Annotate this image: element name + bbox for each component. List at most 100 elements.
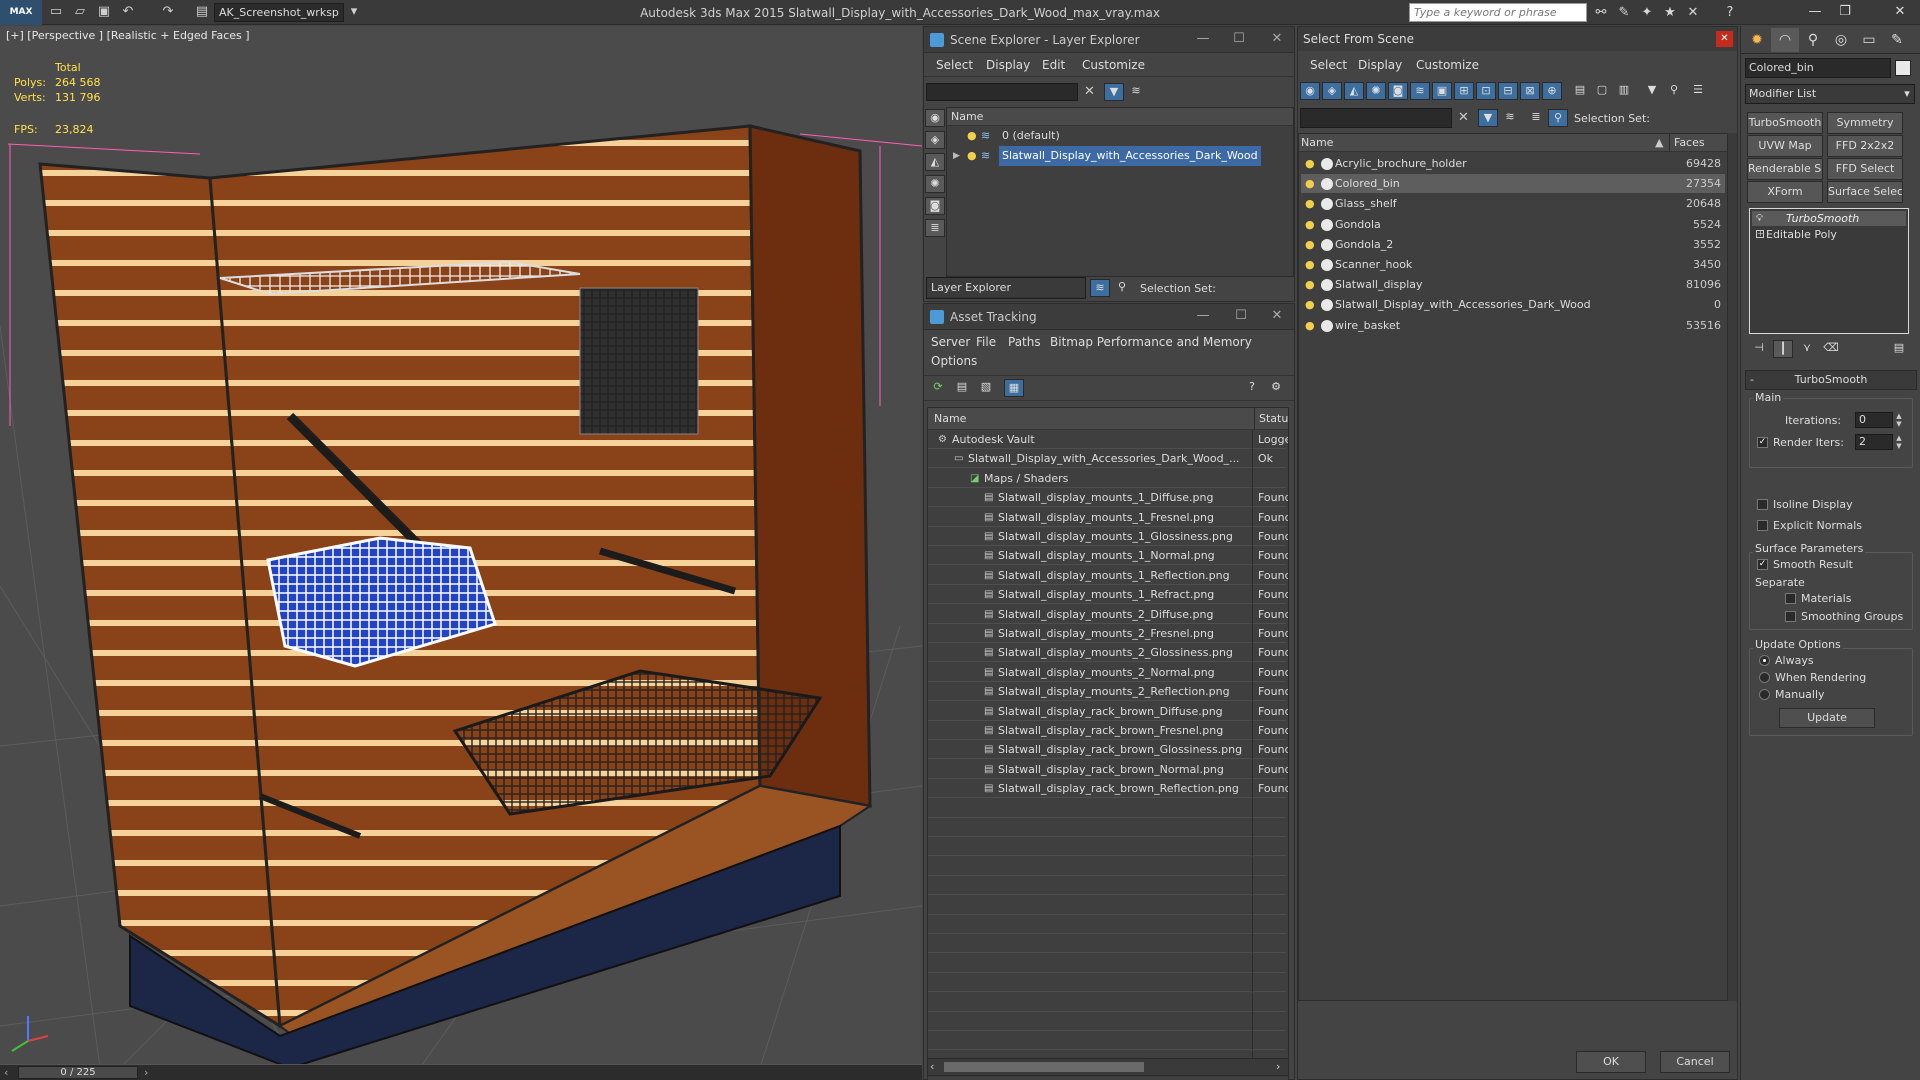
layer-stack-icon[interactable]: ≋ [1126,83,1146,101]
pin-stack-icon[interactable]: ⊣ [1749,340,1769,358]
asset-row[interactable]: ▤ Slatwall_display_mounts_2_Reflection.pn… [928,682,1288,702]
asset-row[interactable]: ▤ Slatwall_display_rack_brown_Reflection.… [928,779,1288,799]
sfs-menu-display[interactable]: Display [1358,55,1402,75]
asset-col-status[interactable]: Status [1254,408,1288,430]
update-when-rendering-radio[interactable] [1759,672,1770,683]
scroll-left-icon[interactable]: ‹ [930,1059,942,1075]
thumbnail-view-icon[interactable]: ▧ [976,379,996,397]
asset-tracking-minimize-button[interactable]: — [1188,304,1218,328]
sfs-filter-icon[interactable]: ▼ [1642,82,1662,100]
mod-button-uvw-map[interactable]: UVW Map [1747,135,1823,157]
asset-row[interactable]: ▤ Slatwall_display_rack_brown_Normal.png F… [928,759,1288,779]
explicit-normals-checkbox[interactable] [1757,520,1768,531]
visibility-bulb-icon[interactable]: ● [967,126,977,146]
object-visibility-bulb-icon[interactable]: ● [1305,174,1315,194]
sfs-titlebar[interactable]: Select From Scene [1298,27,1737,51]
stack-bulb-icon[interactable]: 💡︎ [1756,211,1763,226]
at-menu-options[interactable]: Options [931,351,977,371]
filter-groups-icon[interactable]: ▣ [1432,82,1452,100]
iterations-spinner[interactable]: 0 [1855,412,1893,428]
create-tab-icon[interactable]: ✹ [1743,28,1771,52]
scene-object-row[interactable]: ● Gondola_2 3552 [1301,235,1725,255]
undo-icon[interactable]: ↶ [120,4,136,20]
sfs-menu-customize[interactable]: Customize [1416,55,1479,75]
motion-tab-icon[interactable]: ◎ [1827,28,1855,52]
filter-xrefs-icon[interactable]: ⊞ [1454,82,1474,100]
table-view-icon[interactable]: ▦ [1004,379,1024,397]
layer-explorer-icon[interactable]: ≋ [1090,279,1110,297]
mod-button-xform[interactable]: XForm [1747,181,1823,203]
scene-object-row[interactable]: ● Glass_shelf 20648 [1301,194,1725,215]
tools-icon[interactable]: ✎ [1615,4,1633,21]
select-invert-icon[interactable]: ▥ [1614,82,1634,100]
se-menu-edit[interactable]: Edit [1042,55,1065,75]
filter-helpers-icon[interactable]: ◙ [1388,82,1408,100]
refresh-icon[interactable]: ⟳ [928,379,948,397]
sfs-clear-find-icon[interactable]: ✕ [1458,108,1474,128]
object-visibility-bulb-icon[interactable]: ● [1305,154,1315,174]
sfs-hierarchy-mode-icon[interactable]: ⚲ [1548,109,1568,127]
object-visibility-bulb-icon[interactable]: ● [1305,215,1315,235]
asset-col-name[interactable]: Name [934,408,966,430]
modify-tab-icon[interactable]: ◠ [1771,28,1799,52]
asset-tracking-maximize-button[interactable]: ☐ [1226,304,1256,328]
scene-explorer-minimize-button[interactable]: — [1188,27,1218,51]
mod-button-surface-select[interactable]: Surface Select [1827,181,1903,203]
filter-toggle-icon[interactable]: ▼ [1104,83,1124,101]
close-search-icon[interactable]: ✕ [1684,4,1702,21]
object-visibility-bulb-icon[interactable]: ● [1305,295,1315,315]
asset-row[interactable]: ▭ Slatwall_Display_with_Accessories_Dark_… [928,449,1286,469]
scene-object-row[interactable]: ● Slatwall_display 81096 [1301,275,1725,296]
layer-row[interactable]: ▶ ● ≋ Slatwall_Display_with_Accessories_Dar… [947,146,1293,166]
sfs-stack-icon[interactable]: ≋ [1500,109,1520,127]
viewport-label-menu[interactable]: [+] [Perspective ] [Realistic + Edged Fa… [6,29,250,42]
separate-smoothing-groups-checkbox[interactable] [1785,611,1796,622]
sfs-find-filter-icon[interactable]: ▼ [1478,109,1498,127]
scroll-right-icon[interactable]: › [1276,1059,1288,1075]
sort-ascending-icon[interactable]: ▲ [1655,134,1663,152]
list-view-icon[interactable]: ▤ [952,379,972,397]
asset-row[interactable]: ▤ Slatwall_display_mounts_2_Normal.png Fou… [928,662,1288,682]
asset-row[interactable]: ▤ Slatwall_display_mounts_1_Diffuse.png Fo… [928,488,1288,508]
utilities-tab-icon[interactable]: ✎ [1883,28,1911,52]
cancel-button[interactable]: Cancel [1660,1051,1730,1073]
asset-row[interactable]: ◪ Maps / Shaders [928,468,1286,488]
show-end-result-icon[interactable]: ┃ [1773,340,1793,358]
time-prev-icon[interactable]: ‹ [4,1065,16,1080]
save-file-icon[interactable]: ▣ [96,4,112,20]
mod-button-turbosmooth[interactable]: TurboSmooth [1747,112,1823,134]
sfs-columns-icon[interactable]: ☰ [1688,82,1708,100]
help-icon[interactable]: ? [1721,4,1739,21]
open-file-icon[interactable]: ▱ [72,4,88,20]
scene-object-row[interactable]: ● Gondola 5524 [1301,215,1725,235]
render-iters-spinner-arrows-icon[interactable]: ▲ ▼ [1894,434,1904,450]
redo-icon[interactable]: ↷ [160,4,176,20]
slatwall-display-model[interactable] [7,124,922,1068]
asset-row[interactable]: ▤ Slatwall_display_mounts_1_Refract.png Fo… [928,585,1288,605]
sfs-col-name[interactable]: Name [1301,134,1333,152]
scene-object-row[interactable]: ● Acrylic_brochure_holder 69428 [1301,154,1725,174]
stack-item-editable-poly[interactable]: + Editable Poly [1752,227,1906,242]
workspace-dropdown-arrow-icon[interactable]: ▾ [346,4,362,20]
new-file-icon[interactable]: ▭ [48,4,64,20]
perspective-viewport[interactable]: [+] [Perspective ] [Realistic + Edged Fa… [0,26,922,1068]
hierarchy-tab-icon[interactable]: ⚲ [1799,28,1827,52]
stack-item-turbosmooth[interactable]: 💡︎ TurboSmooth [1752,211,1906,226]
app-logo[interactable]: MAX [0,0,42,25]
at-menu-paths[interactable]: Paths [1008,332,1041,352]
filter-frozen-icon[interactable]: ⊠ [1520,82,1540,100]
scroll-thumb[interactable] [944,1062,1144,1072]
asset-row[interactable]: ▤ Slatwall_display_mounts_1_Glossiness.pn… [928,527,1288,546]
layer-row[interactable]: ● ≋ 0 (default) [947,126,1293,146]
sfs-menu-select[interactable]: Select [1310,55,1347,75]
sfs-hierarchy-icon[interactable]: ⚲ [1664,82,1684,100]
ok-button[interactable]: OK [1576,1051,1646,1073]
update-manually-radio[interactable] [1759,689,1770,700]
restore-window-button[interactable]: ❐ [1830,2,1860,22]
visibility-bulb-icon[interactable]: ● [967,146,977,166]
make-unique-icon[interactable]: ⋎ [1797,340,1817,358]
filter-containers-icon[interactable]: ⊟ [1498,82,1518,100]
asset-row[interactable]: ▤ Slatwall_display_mounts_2_Fresnel.png Fo… [928,624,1288,643]
display-shapes-icon[interactable]: ◭ [925,153,945,171]
asset-row[interactable]: ▤ Slatwall_display_rack_brown_Glossiness.… [928,740,1288,760]
